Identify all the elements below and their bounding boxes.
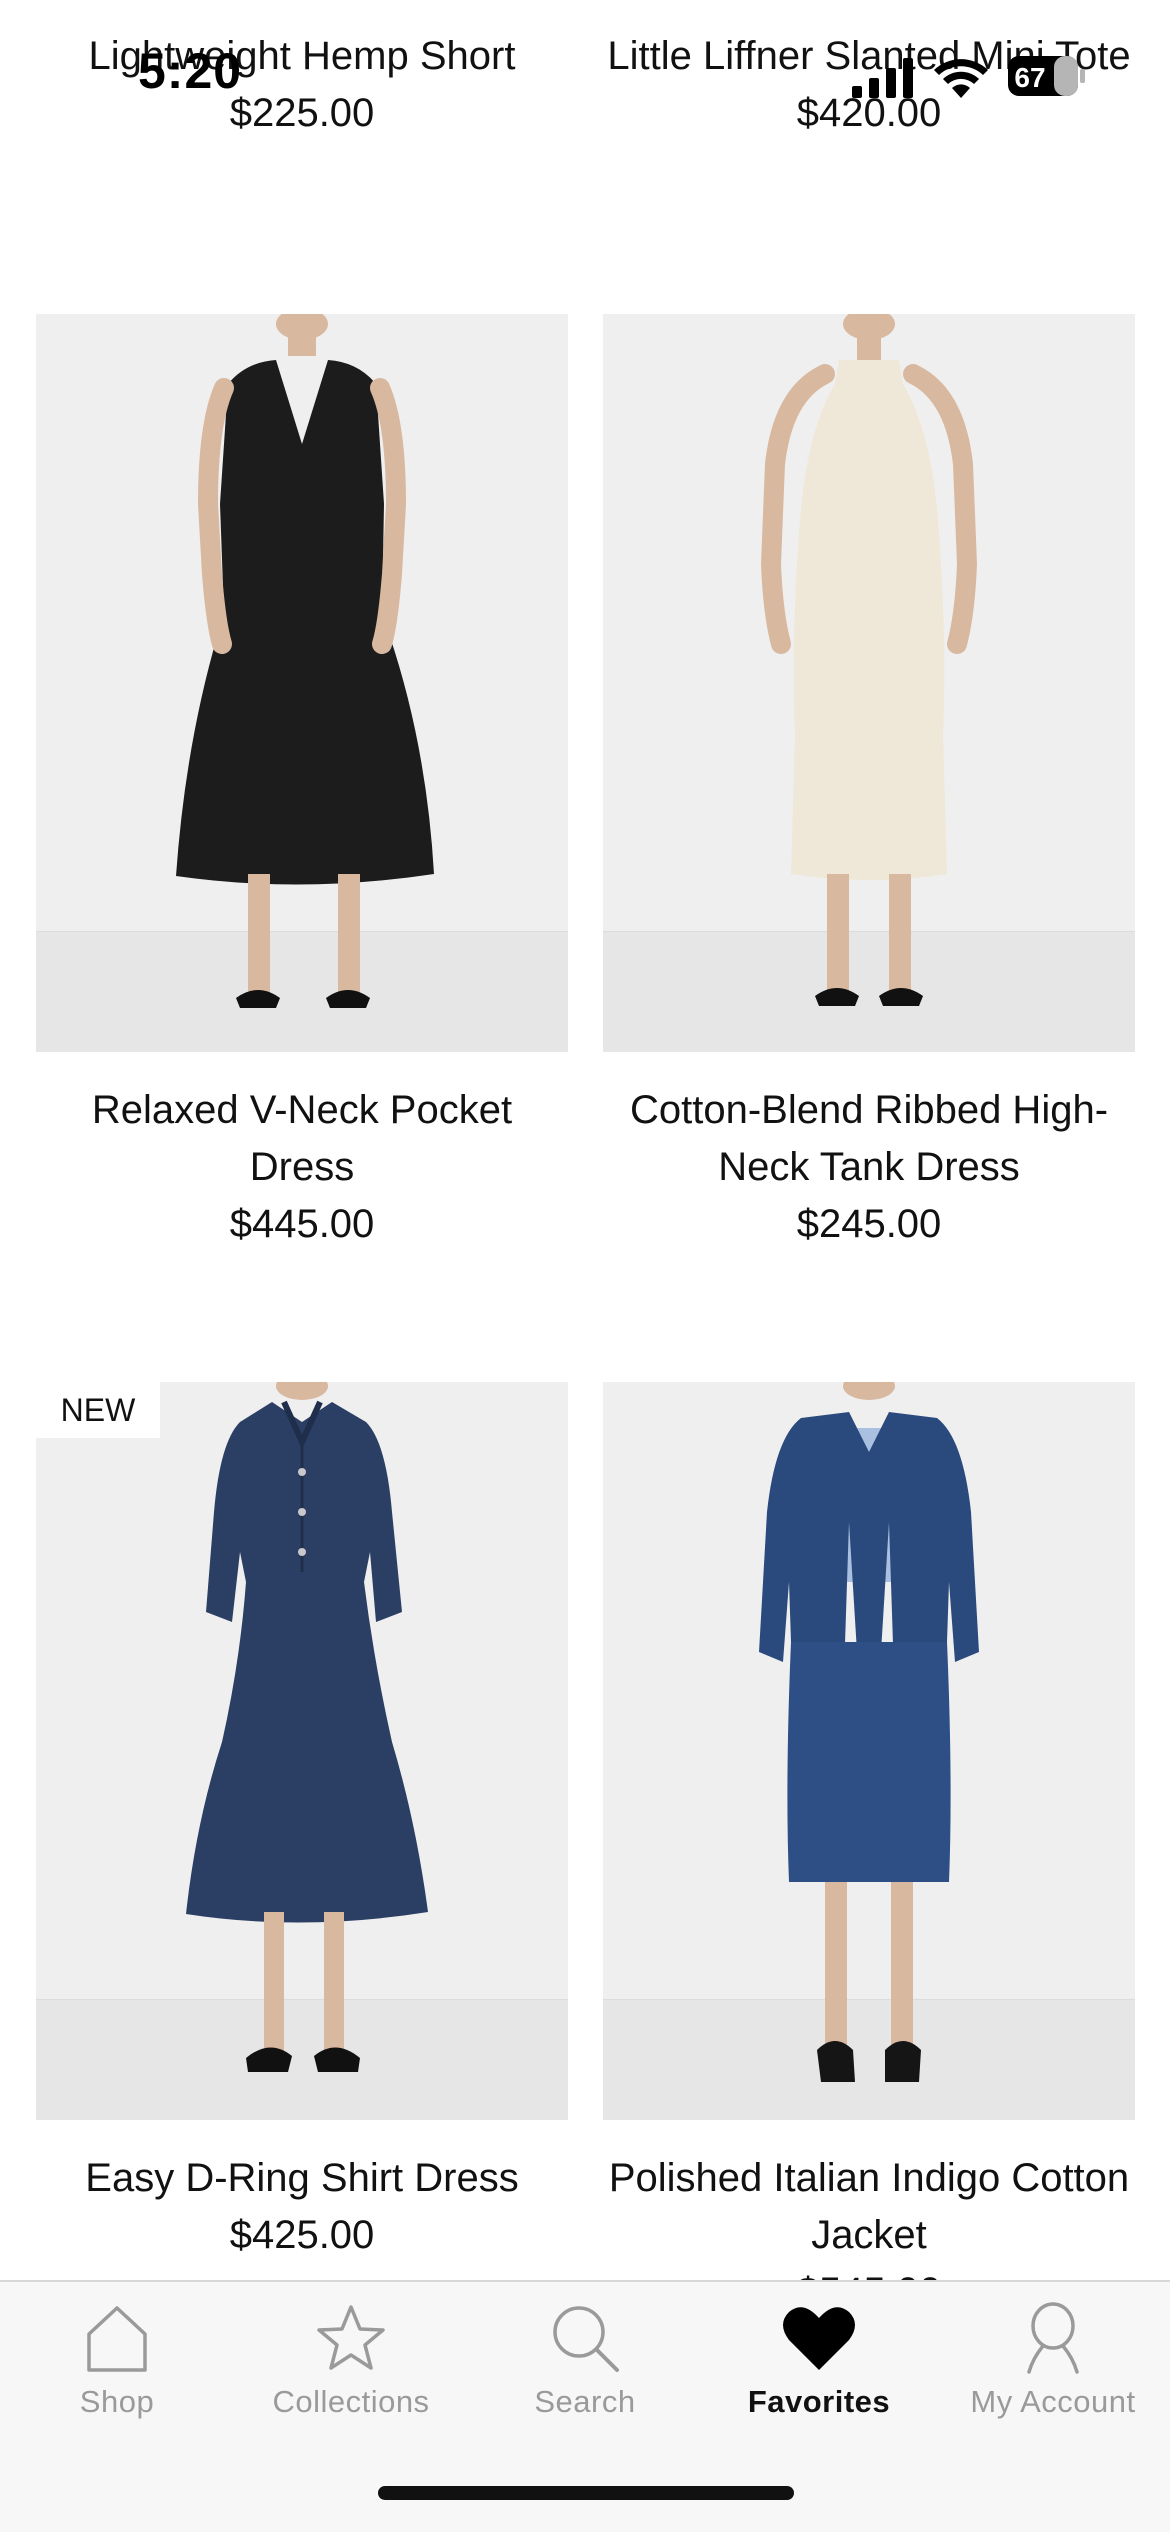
tab-label: Favorites: [747, 2384, 891, 2419]
product-name: Easy D-Ring Shirt Dress: [85, 2156, 519, 2200]
tab-label: Shop: [79, 2384, 155, 2419]
tab-label: Search: [534, 2384, 636, 2419]
product-name: Relaxed V-Neck Pocket Dress: [91, 1088, 513, 1189]
product-card[interactable]: Little Liffner Slanted Mini Tote $420.00: [603, 28, 1135, 142]
product-card[interactable]: Cotton-Blend Ribbed High-Neck Tank Dress…: [603, 1082, 1135, 1253]
tab-collections[interactable]: Collections: [234, 2302, 468, 2452]
tab-label: Collections: [272, 2384, 430, 2419]
product-price: $225.00: [229, 91, 375, 135]
product-name: Lightweight Hemp Short: [88, 34, 516, 78]
product-price: $245.00: [796, 1202, 942, 1246]
tab-my-account[interactable]: My Account: [936, 2302, 1170, 2452]
home-icon: [87, 2306, 147, 2372]
product-card[interactable]: Relaxed V-Neck Pocket Dress $445.00: [36, 1082, 568, 1253]
tab-label: My Account: [970, 2384, 1136, 2419]
screen: 5:20 67 Lightweight Hemp Short $225.00 L…: [0, 0, 1170, 2532]
product-price: $445.00: [229, 1202, 375, 1246]
product-image[interactable]: NEW: [36, 1382, 568, 2120]
product-card[interactable]: Easy D-Ring Shirt Dress $425.00: [36, 2150, 568, 2264]
product-price: $425.00: [229, 2213, 375, 2257]
product-price: $420.00: [796, 91, 942, 135]
person-icon: [1027, 2302, 1079, 2374]
search-icon: [553, 2306, 619, 2372]
product-image[interactable]: [36, 314, 568, 1052]
product-name: Polished Italian Indigo Cotton Jacket: [608, 2156, 1130, 2257]
tab-search[interactable]: Search: [468, 2302, 702, 2452]
tab-shop[interactable]: Shop: [0, 2302, 234, 2452]
star-icon: [317, 2305, 385, 2370]
product-name: Little Liffner Slanted Mini Tote: [607, 34, 1131, 78]
product-image[interactable]: [603, 314, 1135, 1052]
product-image[interactable]: [603, 1382, 1135, 2120]
home-indicator[interactable]: [378, 2486, 794, 2500]
tab-favorites[interactable]: Favorites: [702, 2302, 936, 2452]
product-name: Cotton-Blend Ribbed High-Neck Tank Dress: [629, 1088, 1109, 1189]
product-card[interactable]: Lightweight Hemp Short $225.00: [36, 28, 568, 142]
new-badge: NEW: [36, 1382, 160, 1438]
heart-icon: [783, 2307, 855, 2370]
